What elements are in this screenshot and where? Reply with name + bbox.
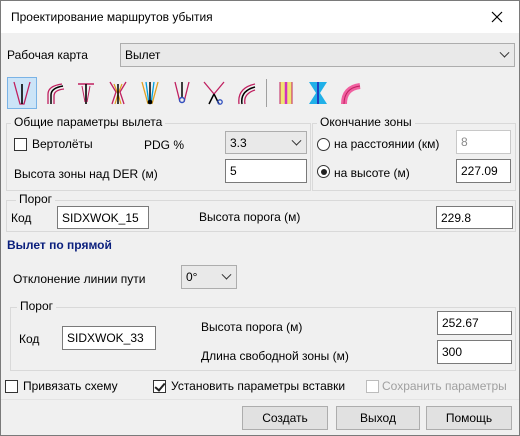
tool-departure-curve[interactable]	[231, 77, 261, 109]
close-button[interactable]	[475, 1, 519, 33]
title-bar: Проектирование маршрутов убытия	[1, 1, 519, 33]
toolbar-separator	[266, 79, 267, 107]
threshold2-title: Порог	[17, 299, 57, 313]
threshold1-height-value: 229.8	[441, 210, 472, 225]
threshold1-title: Порог	[16, 192, 56, 206]
threshold2-code-label: Код	[19, 332, 40, 346]
tool-departure-point[interactable]	[167, 77, 197, 109]
helicopters-checkbox[interactable]	[14, 138, 27, 151]
close-icon	[491, 11, 503, 23]
threshold1-height-input[interactable]: 229.8	[436, 206, 513, 229]
distance-label: на расстоянии (км)	[334, 137, 440, 151]
free-zone-input[interactable]: 300	[437, 340, 512, 364]
tool-arc-pink[interactable]	[335, 77, 365, 109]
save-params-checkbox[interactable]	[366, 380, 379, 393]
profile-cyan-icon	[309, 82, 327, 104]
threshold2-code-input[interactable]: SIDXWOK_33	[62, 326, 156, 350]
altitude-input[interactable]: 227.09	[456, 159, 511, 183]
tool-departure-multi-turn[interactable]	[103, 77, 133, 109]
zone-height-value: 5	[230, 164, 237, 178]
threshold1-code-label: Код	[11, 211, 32, 225]
threshold2-height-input[interactable]: 252.67	[437, 311, 512, 335]
tool-departure-straight[interactable]	[7, 77, 37, 109]
distance-value: 8	[461, 135, 468, 149]
profile-pink-icon	[279, 82, 293, 104]
zone-height-label: Высота зоны над DER (м)	[14, 167, 158, 181]
helicopters-label: Вертолёты	[32, 137, 93, 151]
tool-profile-cyan[interactable]	[303, 77, 333, 109]
distance-radio[interactable]	[317, 138, 330, 151]
set-insert-checkbox[interactable]	[153, 380, 166, 393]
general-params-title: Общие параметры вылета	[11, 115, 166, 129]
departure-point-icon	[174, 81, 190, 104]
work-map-label: Рабочая карта	[7, 48, 88, 62]
window-title: Проектирование маршрутов убытия	[11, 10, 213, 24]
exit-button[interactable]: Выход	[336, 406, 420, 430]
threshold2-height-value: 252.67	[442, 316, 479, 330]
save-params-label: Сохранить параметры	[382, 379, 507, 393]
pdg-value: 3.3	[230, 135, 247, 150]
tool-departure-altitude[interactable]	[71, 77, 101, 109]
deviation-value: 0°	[186, 270, 198, 284]
tool-departure-zone[interactable]	[135, 77, 165, 109]
pdg-select[interactable]: 3.3	[225, 131, 307, 154]
departure-split-icon	[203, 81, 225, 105]
threshold1-code-value: SIDXWOK_15	[62, 210, 139, 225]
bind-scheme-checkbox[interactable]	[5, 380, 18, 393]
departure-zone-icon	[141, 81, 159, 105]
deviation-select[interactable]: 0°	[181, 265, 237, 289]
help-button[interactable]: Помощь	[426, 406, 512, 430]
threshold1-code-input[interactable]: SIDXWOK_15	[57, 206, 149, 229]
tool-departure-split[interactable]	[199, 77, 229, 109]
departure-multi-turn-icon	[109, 81, 127, 105]
departure-straight-icon	[13, 81, 31, 105]
pdg-label: PDG %	[144, 138, 185, 152]
deviation-label: Отклонение линии пути	[13, 272, 146, 286]
tool-profile-pink[interactable]	[271, 77, 301, 109]
set-insert-label: Установить параметры вставки	[171, 379, 346, 393]
create-button[interactable]: Создать	[242, 406, 328, 430]
altitude-label: на высоте (м)	[334, 166, 410, 180]
altitude-radio[interactable]	[317, 165, 330, 178]
chevron-down-icon	[221, 269, 232, 280]
zone-height-input[interactable]: 5	[225, 159, 307, 183]
threshold2-height-label: Высота порога (м)	[201, 320, 303, 334]
distance-input[interactable]: 8	[456, 130, 511, 154]
free-zone-label: Длина свободной зоны (м)	[201, 349, 349, 363]
tool-departure-turn[interactable]	[39, 77, 69, 109]
work-map-select[interactable]: Вылет	[120, 43, 515, 67]
free-zone-value: 300	[442, 345, 463, 359]
departure-turn-icon	[47, 83, 65, 104]
chevron-down-icon	[499, 47, 510, 58]
bind-scheme-label: Привязать схему	[23, 379, 118, 393]
work-map-value: Вылет	[125, 48, 161, 62]
threshold2-code-value: SIDXWOK_33	[67, 331, 144, 345]
zone-end-title: Окончание зоны	[317, 115, 415, 129]
threshold1-height-label: Высота порога (м)	[199, 210, 301, 224]
departure-curve-icon	[238, 83, 256, 105]
chevron-down-icon	[291, 135, 302, 146]
straight-departure-title: Вылет по прямой	[7, 238, 112, 252]
arc-pink-icon	[341, 83, 361, 105]
dialog-window: Проектирование маршрутов убытия Рабочая …	[0, 0, 520, 436]
departure-altitude-icon	[78, 83, 94, 104]
altitude-value: 227.09	[461, 164, 498, 178]
